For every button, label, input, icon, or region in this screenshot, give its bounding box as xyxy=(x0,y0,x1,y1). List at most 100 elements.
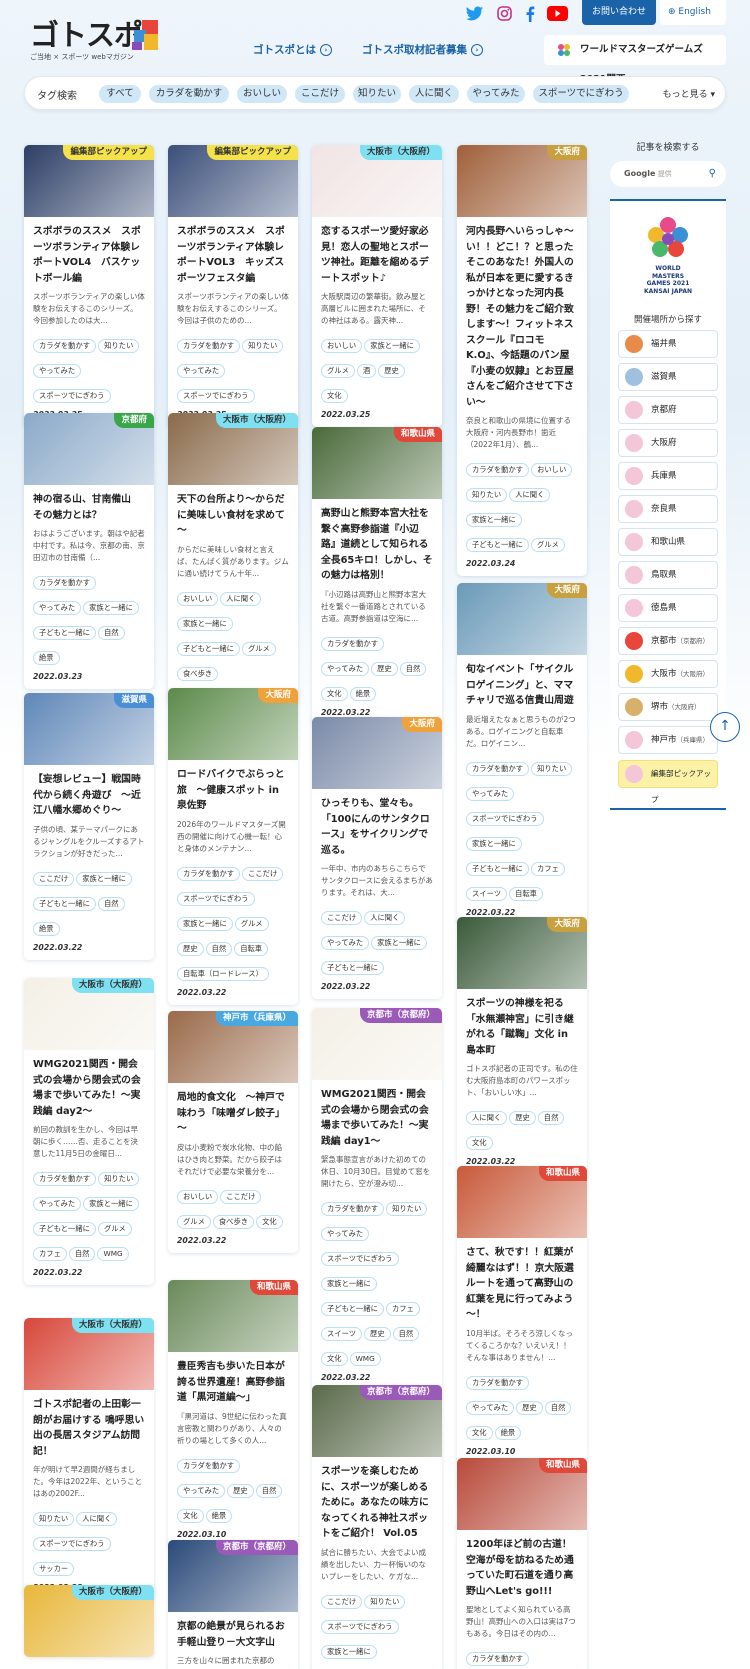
article-title[interactable]: ロードバイクでぶらっと旅 ～健康スポット in 泉佐野 xyxy=(177,767,289,814)
tag-chip[interactable]: 自然 xyxy=(537,1111,565,1125)
tag-chip[interactable]: 文化 xyxy=(466,1136,493,1150)
article-card[interactable]: 大阪府 ひっそりも、堂々も。「100にんのサンタクロース」をサイクリングで巡る。一… xyxy=(312,717,442,999)
tag-chip[interactable]: やってみた xyxy=(321,661,370,676)
tag-chip[interactable]: 絶景 xyxy=(205,1508,233,1523)
tag-chip[interactable]: カフェ xyxy=(385,1302,420,1316)
tag-chip[interactable]: 自然 xyxy=(255,1483,283,1498)
article-card[interactable]: 大阪市（大阪府） 恋するスポーツ愛好家必見！恋人の聖地とスポーツ神社。距離を縮める… xyxy=(312,145,442,427)
tag-filter[interactable]: おいしい xyxy=(237,85,287,103)
article-card[interactable]: 編集部ピックアップ スポボラのススメ スポーツボランティア体験レポートVOL4 バ… xyxy=(24,145,154,427)
tag-chip[interactable]: 知りたい xyxy=(364,1594,406,1609)
article-card[interactable]: 編集部ピックアップスポボラのススメ スポーツボランティア体験レポートVOL3 キ… xyxy=(168,145,298,427)
tag-chip[interactable]: 家族と一緒に xyxy=(83,1197,139,1211)
tag-chip[interactable]: 酒 xyxy=(356,364,377,378)
article-title[interactable]: 旬なイベント「サイクルロゲイニング」と、ママチャリで巡る信貴山周遊 xyxy=(466,662,578,709)
tag-filter[interactable]: ここだけ xyxy=(295,85,345,103)
tag-chip[interactable]: 子どもと一緒に xyxy=(33,626,96,640)
tag-chip[interactable]: 自然 xyxy=(97,626,125,640)
article-thumbnail[interactable]: 京都市（京都府） xyxy=(312,1008,442,1080)
article-title[interactable]: 1200年ほど前の古道！空海が母を訪ねるため通っていた町石道を通り高野山へLet… xyxy=(466,1537,578,1599)
tag-chip[interactable]: 自然 xyxy=(97,896,125,911)
tag-chip[interactable]: 知りたい xyxy=(242,339,284,353)
tag-chip[interactable]: ここだけ xyxy=(220,1189,262,1204)
tag-chip[interactable]: ここだけ xyxy=(321,911,363,925)
article-thumbnail[interactable]: 大阪府 xyxy=(457,917,587,989)
article-card[interactable]: 和歌山県 高野山と熊野本宮大社を繋ぐ高野参詣道『小辺路』道続として知られる全長65… xyxy=(312,427,442,725)
tag-chip[interactable]: 知りたい xyxy=(98,339,140,353)
tag-chip[interactable]: 子どもと一緒に xyxy=(177,641,240,656)
article-card[interactable]: 京都市（京都府） スポーツを楽しむために、スポーツが楽しめるために。あなたの味方に… xyxy=(312,1385,442,1669)
tag-chip[interactable]: 絶景 xyxy=(494,1425,522,1440)
tag-chip[interactable]: 家族と一緒に xyxy=(321,1644,377,1659)
article-title[interactable]: 天下の台所より～からだに美味しい食材を求めて～ xyxy=(177,492,289,539)
pref-link[interactable]: 和歌山県 xyxy=(618,528,718,556)
article-card[interactable]: 大阪市（大阪府） xyxy=(24,1585,154,1657)
tag-filter[interactable]: スポーツでにぎわう xyxy=(533,85,629,103)
tag-filter[interactable]: 人に聞く xyxy=(409,85,459,103)
tag-chip[interactable]: 歴史 xyxy=(378,364,405,378)
article-thumbnail[interactable]: 大阪市（大阪府） xyxy=(312,145,442,217)
tag-chip[interactable]: カラダを動かす xyxy=(33,576,97,590)
tag-chip[interactable]: 自然 xyxy=(205,941,233,956)
article-thumbnail[interactable]: 編集部ピックアップ xyxy=(168,145,298,217)
tag-chip[interactable]: やってみた xyxy=(33,601,82,615)
twitter-icon[interactable] xyxy=(466,6,484,21)
article-card[interactable]: 京都市（京都府） WMG2021関西・開会式の会場から閉会式の会場まで歩いてみた！… xyxy=(312,1008,442,1390)
search-input[interactable]: Google 提供 ⚲ xyxy=(610,161,726,187)
tag-chip[interactable]: 家族と一緒に xyxy=(466,513,522,527)
article-card[interactable]: 大阪府 ロードバイクでぶらっと旅 ～健康スポット in 泉佐野 2026年のワールド… xyxy=(168,688,298,1005)
tag-chip[interactable]: 絶景 xyxy=(33,921,60,936)
tag-chip[interactable]: サッカー xyxy=(33,1562,75,1576)
tag-chip[interactable]: 歴史 xyxy=(371,661,398,676)
article-card[interactable]: 神戸市（兵庫県） 局地的食文化 ～神戸で味わう「味噌ダレ餃子」～ 皮は小麦粉で炭水化… xyxy=(168,1011,298,1253)
article-card[interactable]: 大阪府 河内長野へいらっしゃ～い！！どこ！？と思ったそこのあなた！外国人の私が日本… xyxy=(457,145,587,576)
article-card[interactable]: 大阪市（大阪府） 天下の台所より～からだに美味しい食材を求めて～ からだに美味しい食… xyxy=(168,413,298,705)
tag-chip[interactable]: やってみた xyxy=(33,1197,82,1211)
tag-chip[interactable]: 人に聞く xyxy=(466,1111,508,1125)
tag-chip[interactable]: やってみた xyxy=(321,936,370,950)
tag-chip[interactable]: スポーツでにぎわう xyxy=(33,1537,111,1551)
article-card[interactable]: 大阪府 旬なイベント「サイクルロゲイニング」と、ママチャリで巡る信貴山周遊 最近増え… xyxy=(457,583,587,925)
tag-chip[interactable]: スポーツでにぎわう xyxy=(33,389,111,403)
tag-chip[interactable]: 知りたい xyxy=(33,1512,75,1526)
article-thumbnail[interactable]: 大阪市（大阪府） xyxy=(168,413,298,485)
article-thumbnail[interactable]: 京都市（京都府） xyxy=(312,1385,442,1457)
nav-recruit[interactable]: ゴトスポ取材記者募集 › xyxy=(362,42,483,57)
tag-filter[interactable]: 知りたい xyxy=(353,85,401,103)
pref-link[interactable]: 神戸市（兵庫県） xyxy=(618,726,718,754)
tag-chip[interactable]: 子どもと一緒に xyxy=(33,896,96,911)
tag-chip[interactable]: 人に聞く xyxy=(364,911,406,925)
article-title[interactable]: スポボラのススメ スポーツボランティア体験レポートVOL3 キッズスポーツフェス… xyxy=(177,224,289,286)
article-thumbnail[interactable]: 大阪府 xyxy=(168,688,298,760)
tag-chip[interactable]: 自然 xyxy=(68,1247,96,1261)
pref-link[interactable]: 滋賀県 xyxy=(618,363,718,391)
tag-chip[interactable]: やってみた xyxy=(466,786,515,801)
tag-chip[interactable]: 自転車（ロードレース） xyxy=(177,966,269,981)
article-thumbnail[interactable]: 京都市（京都府） xyxy=(168,1540,298,1612)
tag-chip[interactable]: カフェ xyxy=(33,1247,67,1261)
article-thumbnail[interactable]: 京都府 xyxy=(24,413,154,485)
article-title[interactable]: スポボラのススメ スポーツボランティア体験レポートVOL4 バスケットボール編 xyxy=(33,224,145,286)
tag-chip[interactable]: 歴史 xyxy=(509,1111,536,1125)
tag-chip[interactable]: カラダを動かす xyxy=(466,463,530,477)
more-tags-button[interactable]: もっと見る ▾ xyxy=(663,87,715,100)
article-thumbnail[interactable]: 和歌山県 xyxy=(168,1280,298,1352)
tag-chip[interactable]: スポーツでにぎわう xyxy=(321,1252,399,1266)
tag-chip[interactable]: スポーツでにぎわう xyxy=(466,811,544,826)
tag-chip[interactable]: スポーツでにぎわう xyxy=(177,389,255,403)
article-card[interactable]: 京都府 神の宿る山、甘南備山 その魅力とは？ おはようございます。朝はや記者中村です… xyxy=(24,413,154,689)
tag-chip[interactable]: 食べ歩き xyxy=(177,666,219,681)
tag-chip[interactable]: やってみた xyxy=(466,1400,515,1415)
tag-chip[interactable]: 人に聞く xyxy=(76,1512,118,1526)
article-title[interactable]: 京都の絶景が見られるお手軽山登り－大文字山 xyxy=(177,1619,289,1650)
article-thumbnail[interactable]: 滋賀県 xyxy=(24,693,154,765)
tag-chip[interactable]: 子どもと一緒に xyxy=(466,538,529,552)
tag-chip[interactable]: スポーツでにぎわう xyxy=(177,891,255,906)
wmg-banner[interactable]: ワールドマスターズゲームズ2021関西 xyxy=(544,35,726,85)
tag-chip[interactable]: 自転車 xyxy=(509,886,543,901)
article-card[interactable]: 大阪府 スポーツの神様を祀る「水無瀬神宮」に引き継がれる「蹴鞠」文化 in 島本町… xyxy=(457,917,587,1174)
article-thumbnail[interactable]: 神戸市（兵庫県） xyxy=(168,1011,298,1083)
tag-chip[interactable]: 絶景 xyxy=(33,651,60,665)
tag-filter[interactable]: カラダを動かす xyxy=(149,85,229,103)
pickup-link[interactable]: 編集部ピックアップ xyxy=(618,760,718,804)
